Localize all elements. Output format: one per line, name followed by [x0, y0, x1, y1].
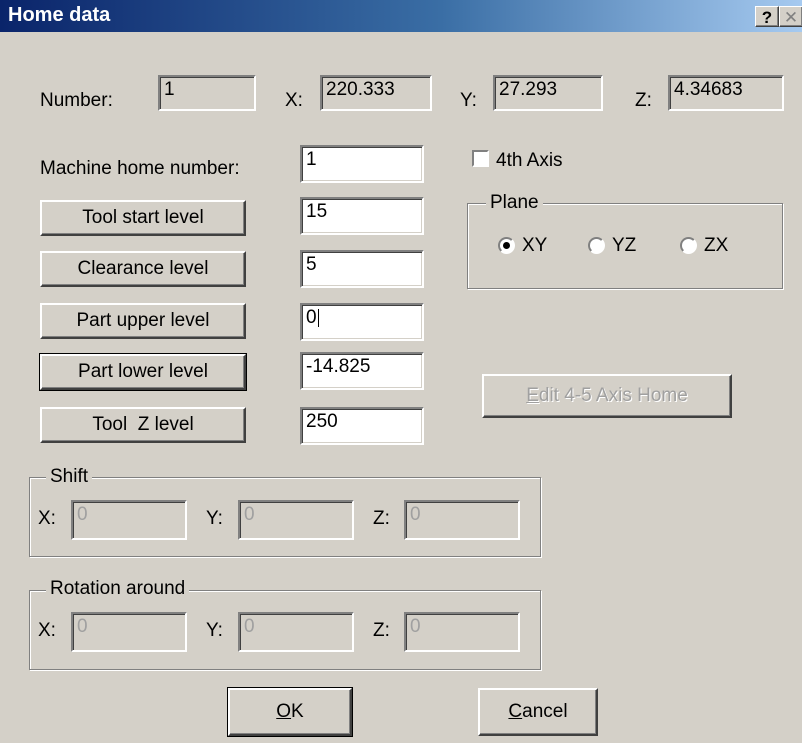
- plane-zx-label: ZX: [704, 235, 729, 256]
- title-bar[interactable]: Home data ? ✕: [0, 0, 802, 32]
- x-label: X:: [285, 90, 303, 111]
- shift-group-title: Shift: [46, 466, 93, 488]
- help-button[interactable]: ?: [755, 6, 779, 27]
- shift-y-input[interactable]: 0: [238, 500, 354, 540]
- tool-z-level-button[interactable]: Tool Z level: [40, 407, 246, 443]
- plane-xy-label: XY: [522, 235, 548, 256]
- fourth-axis-checkbox[interactable]: [472, 150, 489, 167]
- rotation-y-label: Y:: [206, 620, 223, 641]
- plane-yz-label: YZ: [612, 235, 637, 256]
- part-upper-level-input[interactable]: 0: [300, 303, 424, 341]
- cancel-button[interactable]: Cancel: [478, 688, 598, 736]
- number-label: Number:: [40, 90, 113, 111]
- y-field: 27.293: [493, 75, 603, 111]
- shift-y-label: Y:: [206, 508, 223, 529]
- ok-mnemonic: O: [276, 701, 292, 722]
- shift-x-input[interactable]: 0: [71, 500, 187, 540]
- machine-home-input[interactable]: 1: [300, 145, 424, 183]
- rotation-y-input[interactable]: 0: [238, 612, 354, 652]
- rotation-x-label: X:: [38, 620, 56, 641]
- ok-label: K: [291, 701, 304, 722]
- edit-axis-home-mnemonic: E: [526, 385, 539, 406]
- y-label: Y:: [460, 90, 477, 111]
- text-cursor: [317, 308, 319, 327]
- clearance-level-input[interactable]: 5: [300, 250, 424, 288]
- rotation-z-label: Z:: [373, 620, 390, 641]
- plane-zx-radio[interactable]: [680, 237, 697, 254]
- tool-z-level-label: Tool Z level: [92, 414, 194, 435]
- number-field: 1: [158, 75, 256, 111]
- part-upper-value: 0: [306, 307, 317, 328]
- part-upper-level-button[interactable]: Part upper level: [40, 303, 246, 339]
- tool-start-level-button[interactable]: Tool start level: [40, 200, 246, 236]
- part-lower-level-button[interactable]: Part lower level: [39, 353, 247, 391]
- rotation-x-input[interactable]: 0: [71, 612, 187, 652]
- shift-z-label: Z:: [373, 508, 390, 529]
- z-field: 4.34683: [668, 75, 784, 111]
- plane-xy-radio[interactable]: [498, 237, 515, 254]
- window-title: Home data: [8, 4, 111, 26]
- shift-x-label: X:: [38, 508, 56, 529]
- x-field: 220.333: [320, 75, 432, 111]
- cancel-label: ancel: [522, 701, 568, 722]
- machine-home-label: Machine home number:: [40, 158, 240, 179]
- edit-axis-home-label: dit 4-5 Axis Home: [538, 385, 688, 406]
- z-label: Z:: [635, 90, 652, 111]
- shift-z-input[interactable]: 0: [404, 500, 520, 540]
- ok-button[interactable]: OK: [227, 687, 353, 737]
- cancel-mnemonic: C: [508, 701, 523, 722]
- tool-start-level-input[interactable]: 15: [300, 197, 424, 235]
- clearance-level-button[interactable]: Clearance level: [40, 251, 246, 287]
- tool-z-level-input[interactable]: 250: [300, 407, 424, 445]
- close-button[interactable]: ✕: [779, 6, 802, 27]
- rotation-group-title: Rotation around: [46, 578, 190, 600]
- fourth-axis-label: 4th Axis: [496, 150, 563, 171]
- plane-group-title: Plane: [486, 192, 543, 214]
- rotation-z-input[interactable]: 0: [404, 612, 520, 652]
- part-lower-level-input[interactable]: -14.825: [300, 352, 424, 390]
- edit-axis-home-button[interactable]: Edit 4-5 Axis Home: [482, 374, 732, 418]
- plane-yz-radio[interactable]: [588, 237, 605, 254]
